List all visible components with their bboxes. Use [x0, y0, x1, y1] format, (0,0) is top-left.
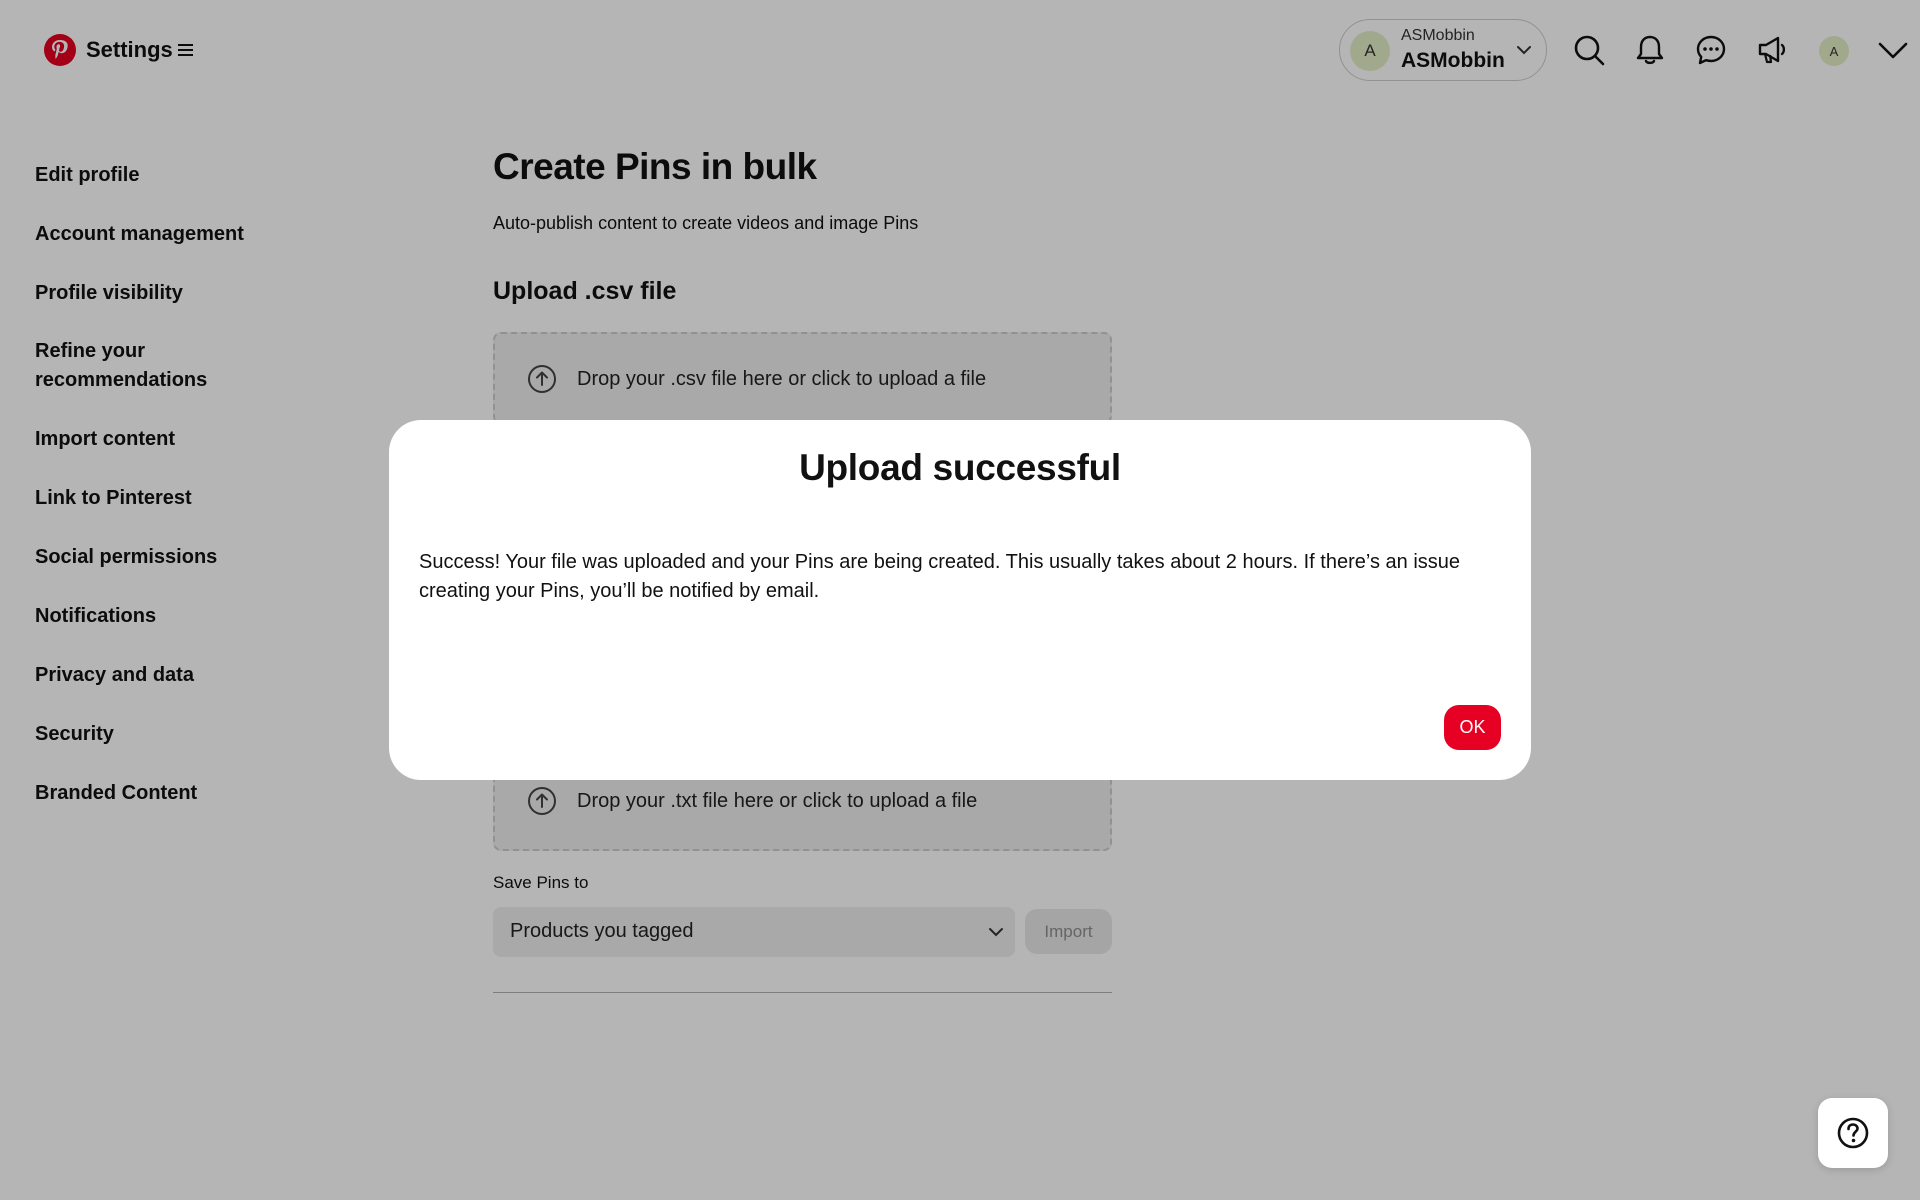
- modal-message: Success! Your file was uploaded and your…: [419, 551, 1461, 602]
- help-icon: [1837, 1117, 1869, 1149]
- ok-button[interactable]: OK: [1444, 705, 1501, 750]
- modal-title: Upload successful: [799, 447, 1121, 488]
- help-button[interactable]: [1818, 1098, 1888, 1168]
- upload-success-modal: Upload successful Success! Your file was…: [389, 420, 1531, 780]
